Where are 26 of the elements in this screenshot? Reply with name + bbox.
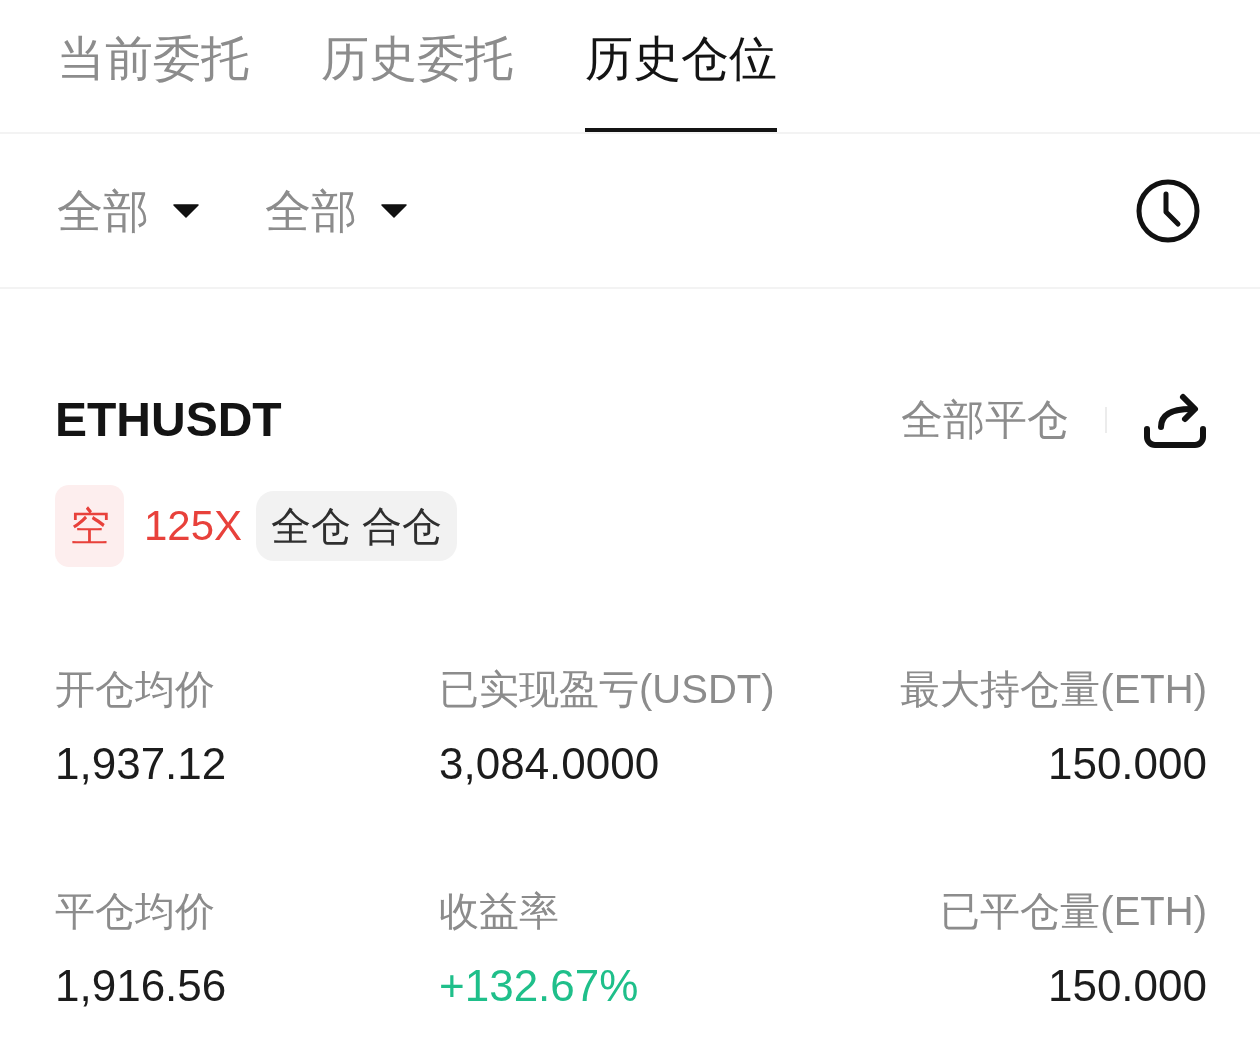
margin-mode-tag: 全仓 合仓 — [256, 491, 458, 561]
stat-value: 150.000 — [1047, 739, 1207, 789]
stat-label: 平仓均价 — [55, 888, 215, 935]
stat-value: +132.67% — [439, 961, 639, 1011]
stat-label: 已平仓量(ETH) — [940, 888, 1207, 935]
filter-dropdown[interactable]: 全部 — [265, 187, 407, 234]
filter-dropdown[interactable]: 全部 — [57, 187, 199, 234]
leverage-text: 125X — [144, 505, 243, 547]
caret-down-icon — [173, 203, 199, 218]
close-all-button[interactable]: 全部平仓 — [901, 399, 1069, 441]
stat-value: 150.000 — [1047, 961, 1207, 1011]
stat-value: 1,916.56 — [55, 961, 227, 1011]
stat-label: 开仓均价 — [55, 666, 215, 713]
side-tag: 空 — [55, 485, 124, 567]
stat-value: 3,084.0000 — [439, 739, 660, 789]
tab[interactable]: 历史委托 — [321, 0, 513, 132]
stat-label: 收益率 — [439, 888, 559, 935]
tab[interactable]: 历史仓位 — [585, 0, 777, 132]
share-icon[interactable] — [1143, 391, 1207, 449]
tab[interactable]: 当前委托 — [57, 0, 249, 132]
stat-value: 1,937.12 — [55, 739, 227, 789]
stat-label: 最大持仓量(ETH) — [900, 666, 1207, 713]
clock-icon[interactable] — [1136, 178, 1200, 243]
caret-down-icon — [381, 203, 407, 218]
stat-label: 已实现盈亏(USDT) — [439, 666, 775, 713]
symbol-title: ETHUSDT — [55, 394, 282, 446]
